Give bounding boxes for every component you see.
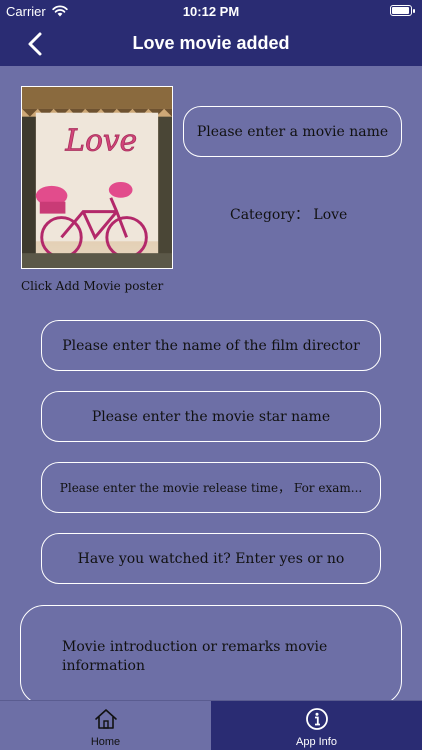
director-input[interactable]: Please enter the name of the film direct… bbox=[41, 320, 381, 371]
poster-sign-text: Love bbox=[64, 122, 137, 157]
tab-home-label: Home bbox=[90, 736, 121, 748]
movie-poster-picker[interactable]: Love bbox=[21, 86, 173, 269]
poster-caption: Click Add Movie poster bbox=[21, 279, 164, 293]
status-bar: Carrier 10:12 PM bbox=[0, 0, 422, 22]
poster-image: Love bbox=[22, 87, 172, 268]
battery-icon bbox=[390, 5, 415, 16]
category-label: Category： Love bbox=[230, 207, 348, 223]
release-time-input[interactable]: Please enter the movie release time， For… bbox=[41, 462, 381, 513]
tab-app-info-label: App Info bbox=[296, 736, 337, 748]
watched-placeholder: Have you watched it? Enter yes or no bbox=[77, 550, 345, 567]
movie-star-input[interactable]: Please enter the movie star name bbox=[41, 391, 381, 442]
release-time-placeholder: Please enter the movie release time， For… bbox=[59, 481, 363, 495]
tab-bar: Home App Info bbox=[0, 700, 422, 750]
director-placeholder: Please enter the name of the film direct… bbox=[62, 337, 360, 354]
watched-input[interactable]: Have you watched it? Enter yes or no bbox=[41, 533, 381, 584]
movie-star-placeholder: Please enter the movie star name bbox=[91, 408, 331, 425]
movie-name-input[interactable]: Please enter a movie name bbox=[183, 106, 402, 157]
info-icon bbox=[305, 708, 328, 730]
page-title: Love movie added bbox=[132, 33, 290, 53]
tab-app-info[interactable]: App Info bbox=[211, 701, 422, 750]
status-time: 10:12 PM bbox=[182, 4, 240, 19]
introduction-placeholder: Movie introduction or remarks movie info… bbox=[62, 639, 328, 674]
movie-name-placeholder: Please enter a movie name bbox=[196, 123, 389, 140]
navigation-bar: Love movie added bbox=[0, 22, 422, 66]
tab-home[interactable]: Home bbox=[0, 701, 211, 750]
add-movie-form: Love Click Add Movie poster Please enter… bbox=[0, 66, 422, 705]
introduction-textarea[interactable]: Movie introduction or remarks movie info… bbox=[20, 605, 402, 705]
home-icon bbox=[94, 709, 117, 729]
